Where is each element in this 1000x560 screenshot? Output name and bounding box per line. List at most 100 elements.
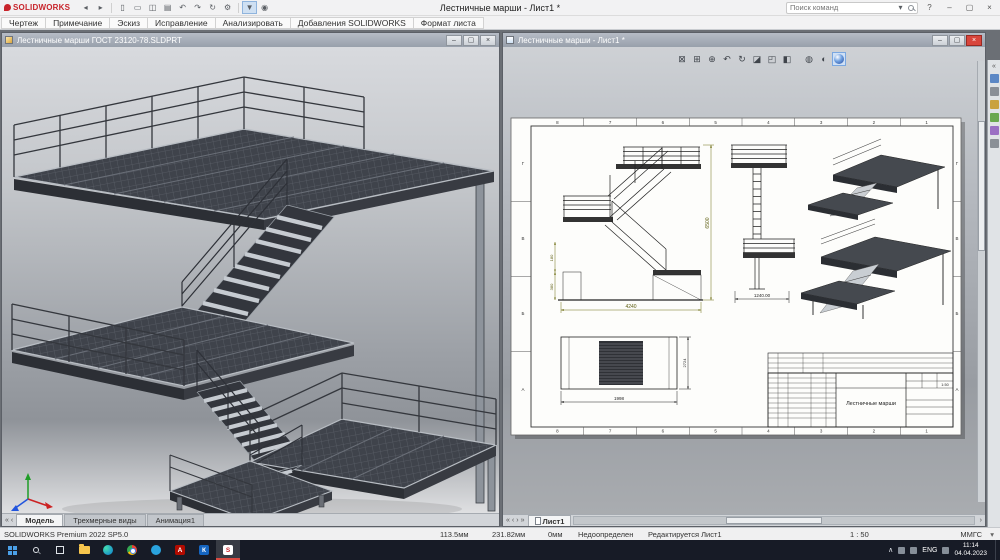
hide-show-items-icon[interactable]: ◍	[802, 52, 816, 66]
model-close-button[interactable]: ×	[480, 35, 496, 46]
dimension-side-width[interactable]: 1240.00	[754, 293, 771, 298]
search-dropdown-icon[interactable]: ▾	[896, 1, 905, 14]
previous-view-icon[interactable]: ↶	[720, 52, 734, 66]
horizontal-scrollbar[interactable]	[573, 516, 974, 525]
edge-app[interactable]	[96, 540, 120, 560]
sheet-scale[interactable]: 1 : 50	[850, 530, 869, 539]
sheet-tab[interactable]: Лист1	[528, 515, 572, 526]
dimension-plan-width[interactable]: 1998	[614, 396, 625, 401]
tab-model[interactable]: Модель	[16, 514, 63, 526]
file-explorer-app[interactable]	[72, 540, 96, 560]
help-icon[interactable]: ?	[921, 1, 938, 14]
units-label[interactable]: ММГС	[960, 530, 982, 539]
app-minimize-button[interactable]: –	[941, 1, 958, 14]
zoom-area-icon[interactable]: ⊞	[690, 52, 704, 66]
rotate-view-icon[interactable]: ↻	[735, 52, 749, 66]
sheet-prev-icon[interactable]: ‹	[512, 517, 514, 524]
menu-tab-sheet-format[interactable]: Формат листа	[413, 17, 484, 29]
task-view-button[interactable]	[48, 540, 72, 560]
rebuild-icon[interactable]: ↻	[205, 1, 220, 14]
chrome-app[interactable]	[120, 540, 144, 560]
menu-tab-evaluate[interactable]: Анализировать	[215, 17, 291, 29]
tray-expand-icon[interactable]: ∧	[888, 546, 893, 554]
back-icon[interactable]: ◂	[78, 1, 93, 14]
horizontal-scrollbar-thumb[interactable]	[726, 517, 822, 524]
battery-icon[interactable]	[942, 547, 949, 554]
forward-icon[interactable]: ▸	[93, 1, 108, 14]
sheet-next-icon[interactable]: ›	[516, 517, 518, 524]
selection-filter-icon[interactable]: ▼	[242, 1, 257, 14]
display-settings-icon[interactable]: ◉	[257, 1, 272, 14]
drawing-window-titlebar[interactable]: Лестничные марши - Лист1 * – ▢ ×	[503, 33, 985, 47]
resources-icon[interactable]	[990, 74, 999, 83]
solidworks-app-button[interactable]: S	[216, 540, 240, 560]
redo-icon[interactable]: ↷	[190, 1, 205, 14]
menu-tab-annotation[interactable]: Примечание	[45, 17, 110, 29]
drawing-sheet[interactable]: 8 7 6 5 4 3 2 1 8 7 6 5 4 3 2	[503, 47, 978, 516]
view-orientation-icon[interactable]: ◰	[765, 52, 779, 66]
drawing-minimize-button[interactable]: –	[932, 35, 948, 46]
search-input[interactable]	[790, 3, 893, 12]
display-style-icon[interactable]: ◧	[780, 52, 794, 66]
drawing-close-button[interactable]: ×	[966, 35, 982, 46]
scroll-right-icon[interactable]: ›	[977, 515, 985, 527]
acrobat-app[interactable]: A	[168, 540, 192, 560]
section-view-icon[interactable]: ◪	[750, 52, 764, 66]
model-window-titlebar[interactable]: Лестничные марши ГОСТ 23120-78.SLDPRT – …	[2, 33, 499, 47]
zoom-fit-icon[interactable]: ⊠	[675, 52, 689, 66]
vertical-scrollbar[interactable]	[977, 61, 985, 502]
model-restore-button[interactable]: ▢	[463, 35, 479, 46]
search-icon[interactable]	[908, 5, 914, 11]
open-icon[interactable]: ▭	[130, 1, 145, 14]
save-icon[interactable]: ◫	[145, 1, 160, 14]
view-palette-icon[interactable]	[990, 113, 999, 122]
new-document-icon[interactable]: ▯	[115, 1, 130, 14]
acrobat-icon: A	[175, 545, 185, 555]
options-gear-icon[interactable]: ⚙	[220, 1, 235, 14]
show-desktop-button[interactable]	[995, 540, 998, 560]
dimension-front-width[interactable]: 4240	[625, 304, 636, 310]
model-viewport[interactable]	[2, 47, 499, 513]
drawing-viewport[interactable]: ⊠ ⊞ ⊕ ↶ ↻ ◪ ◰ ◧ ◍ ◐	[503, 47, 985, 514]
volume-icon[interactable]	[910, 547, 917, 554]
language-indicator[interactable]: ENG	[922, 547, 937, 554]
menu-tab-repair[interactable]: Исправление	[147, 17, 216, 29]
sheet-first-icon[interactable]: «	[506, 517, 510, 524]
appearances-icon[interactable]	[990, 126, 999, 135]
menu-tab-sketch[interactable]: Эскиз	[109, 17, 148, 29]
tab-3d-views[interactable]: Трехмерные виды	[64, 514, 145, 526]
view-settings-icon[interactable]: ◐	[817, 52, 831, 66]
taskbar-search-button[interactable]	[24, 540, 48, 560]
app-restore-button[interactable]: ▢	[961, 1, 978, 14]
command-search[interactable]: ▾	[786, 2, 918, 14]
tab-prev-icon[interactable]: ‹	[11, 517, 13, 524]
print-icon[interactable]: ▤	[160, 1, 175, 14]
dimension-front-b[interactable]: 180	[549, 254, 554, 261]
kompas-app[interactable]: К	[192, 540, 216, 560]
menu-tab-drawing[interactable]: Чертеж	[1, 17, 46, 29]
start-button[interactable]	[0, 540, 24, 560]
network-icon[interactable]	[898, 547, 905, 554]
model-minimize-button[interactable]: –	[446, 35, 462, 46]
dimension-plan-height[interactable]: 2724	[682, 358, 687, 368]
dimension-front-height[interactable]: 6500	[705, 217, 711, 228]
window-title: Лестничные марши - Лист1 *	[440, 3, 560, 13]
drawing-restore-button[interactable]: ▢	[949, 35, 965, 46]
app-close-button[interactable]: ×	[981, 1, 998, 14]
sheet-last-icon[interactable]: »	[521, 517, 525, 524]
menu-tab-addins[interactable]: Добавления SOLIDWORKS	[290, 17, 414, 29]
telegram-app[interactable]	[144, 540, 168, 560]
custom-properties-icon[interactable]	[990, 139, 999, 148]
tab-animation[interactable]: Анимация1	[147, 514, 204, 526]
tab-first-icon[interactable]: «	[5, 517, 9, 524]
undo-icon[interactable]: ↶	[175, 1, 190, 14]
vertical-scrollbar-thumb[interactable]	[978, 121, 985, 251]
edit-appearance-icon[interactable]	[832, 52, 846, 66]
task-pane-collapse-icon[interactable]: «	[992, 63, 996, 70]
units-dropdown-icon[interactable]: ▾	[990, 530, 994, 539]
dimension-front-a[interactable]: 380	[549, 283, 554, 290]
design-library-icon[interactable]	[990, 87, 999, 96]
zoom-icon[interactable]: ⊕	[705, 52, 719, 66]
file-explorer-icon[interactable]	[990, 100, 999, 109]
taskbar-clock[interactable]: 11:14 04.04.2023	[954, 542, 987, 558]
